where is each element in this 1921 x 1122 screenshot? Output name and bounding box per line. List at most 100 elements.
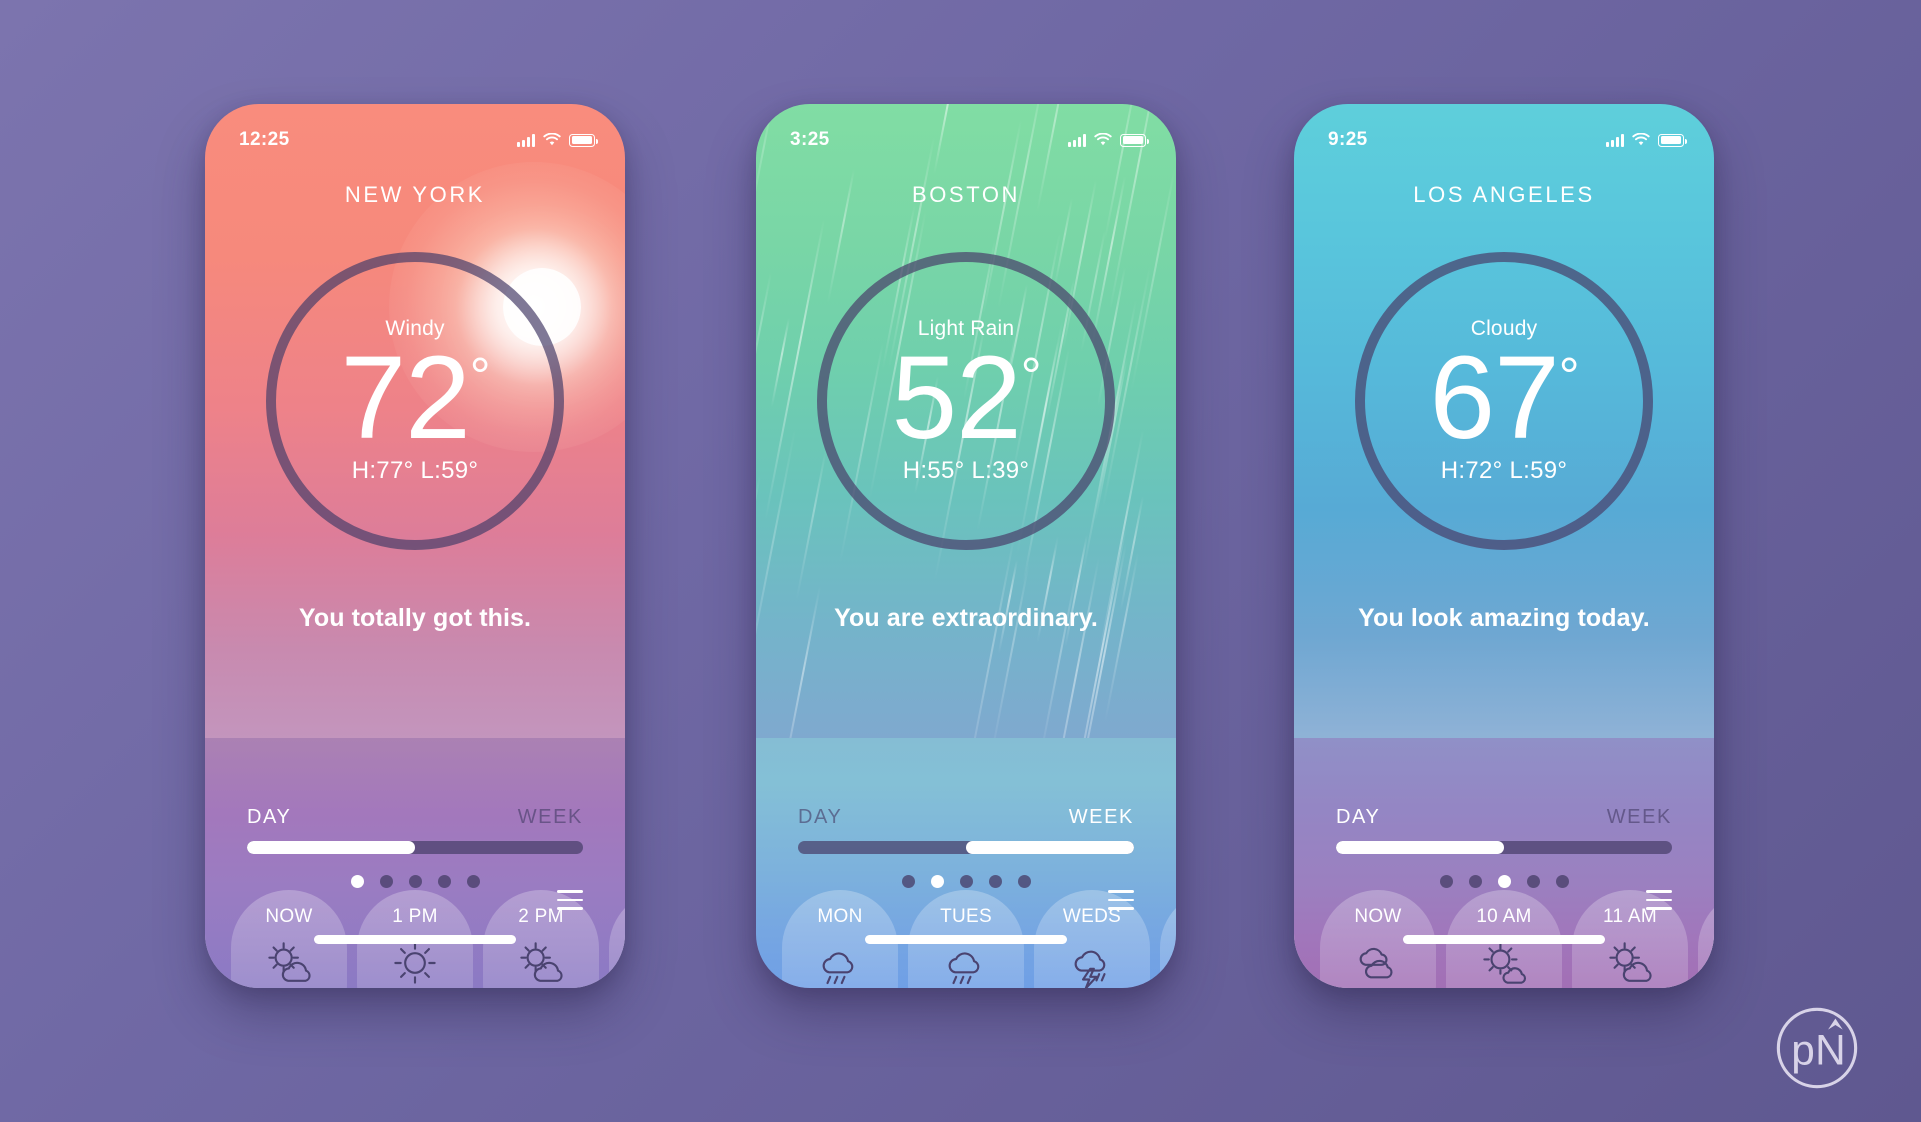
cellular-signal-icon: [1606, 133, 1624, 147]
screen-los-angeles: 9:25 LOS ANGELES Cloudy 67 ° H:72° L:59°…: [1294, 104, 1714, 988]
page-dot[interactable]: [466, 875, 480, 888]
page-dots[interactable]: [756, 875, 1176, 888]
current-temperature: 67 °: [1429, 331, 1580, 464]
page-dots[interactable]: [1294, 875, 1714, 888]
page-dots[interactable]: [205, 875, 625, 888]
page-dot[interactable]: [959, 875, 973, 888]
status-bar: 3:25: [756, 104, 1176, 162]
forecast-card[interactable]: 3 7: [609, 890, 625, 988]
screen-boston: 3:25 BOSTON Light Rain 52 ° H:55° L:39° …: [756, 104, 1176, 988]
page-dot[interactable]: [1439, 875, 1453, 888]
hamburger-menu-icon[interactable]: [557, 890, 583, 910]
phone-los-angeles: 9:25 LOS ANGELES Cloudy 67 ° H:72° L:59°…: [1294, 104, 1714, 988]
status-icons: [1068, 133, 1149, 147]
toggle-labels: DAY WEEK: [247, 806, 583, 829]
cellular-signal-icon: [1068, 133, 1086, 147]
city-title: NEW YORK: [344, 182, 486, 207]
sun-behind-cloud-icon: [1601, 938, 1659, 988]
degree-symbol: °: [1020, 347, 1042, 406]
forecast-time: NOW: [265, 906, 313, 927]
rain-cloud-icon: [811, 942, 869, 988]
sun-behind-cloud-icon: [512, 938, 570, 988]
page-dot[interactable]: [930, 875, 944, 888]
status-clock: 12:25: [239, 129, 290, 150]
page-dot[interactable]: [988, 875, 1002, 888]
page-dot[interactable]: [901, 875, 915, 888]
battery-icon: [1658, 133, 1687, 147]
mockup-stage: 12:25 NEW YORK Windy 72 ° H:77° L:59° Yo…: [0, 0, 1921, 1122]
page-dot[interactable]: [1555, 875, 1569, 888]
temperature-value: 67: [1429, 331, 1559, 464]
battery-icon: [1120, 133, 1149, 147]
page-dot[interactable]: [1497, 875, 1511, 888]
page-dot[interactable]: [1017, 875, 1031, 888]
toggle-day-label[interactable]: DAY: [1336, 806, 1380, 829]
toggle-track[interactable]: [798, 841, 1134, 854]
page-dot[interactable]: [1526, 875, 1540, 888]
high-low-label: H:55° L:39°: [902, 457, 1030, 485]
forecast-time: 1 PM: [392, 906, 438, 927]
sun-behind-cloud-icon: [1475, 938, 1533, 988]
svg-text:N: N: [1815, 1027, 1846, 1074]
toggle-labels: DAY WEEK: [798, 806, 1134, 829]
phone-boston: 3:25 BOSTON Light Rain 52 ° H:55° L:39° …: [756, 104, 1176, 988]
wifi-icon: [1632, 133, 1650, 146]
toggle-track[interactable]: [1336, 841, 1672, 854]
toggle-track[interactable]: [247, 841, 583, 854]
page-dot[interactable]: [1468, 875, 1482, 888]
forecast-time: TUES: [940, 906, 992, 927]
toggle-day-label[interactable]: DAY: [247, 806, 291, 829]
status-bar: 9:25: [1294, 104, 1714, 162]
cellular-signal-icon: [517, 133, 535, 147]
temperature-dial: Cloudy 67 ° H:72° L:59°: [1355, 252, 1653, 550]
affirmation-text: You are extraordinary.: [834, 604, 1098, 632]
toggle-thumb[interactable]: [1336, 841, 1504, 854]
temperature-value: 52: [891, 331, 1021, 464]
toggle-labels: DAY WEEK: [1336, 806, 1672, 829]
sun-icon: [386, 938, 444, 988]
home-indicator: [865, 935, 1067, 944]
sun-behind-cloud-icon: [260, 938, 318, 988]
temperature-dial: Windy 72 ° H:77° L:59°: [266, 252, 564, 550]
degree-symbol: °: [1558, 347, 1580, 406]
current-temperature: 52 °: [891, 331, 1042, 464]
city-title: BOSTON: [911, 182, 1021, 207]
degree-symbol: °: [469, 347, 491, 406]
temperature-value: 72: [340, 331, 470, 464]
toggle-thumb[interactable]: [247, 841, 415, 854]
page-dot[interactable]: [437, 875, 451, 888]
wifi-icon: [1094, 133, 1112, 146]
high-low-label: H:77° L:59°: [351, 457, 479, 485]
home-indicator: [1403, 935, 1605, 944]
affirmation-text: You totally got this.: [298, 604, 532, 632]
page-dot[interactable]: [350, 875, 364, 888]
hamburger-menu-icon[interactable]: [1108, 890, 1134, 910]
pn-logo: p N: [1771, 1002, 1863, 1094]
hamburger-menu-icon[interactable]: [1646, 890, 1672, 910]
home-indicator: [314, 935, 516, 944]
high-low-label: H:72° L:59°: [1440, 457, 1568, 485]
day-week-toggle[interactable]: DAY WEEK: [247, 806, 583, 854]
status-bar: 12:25: [205, 104, 625, 162]
rain-cloud-icon: [937, 942, 995, 988]
status-icons: [517, 133, 598, 147]
current-temperature: 72 °: [340, 331, 491, 464]
day-week-toggle[interactable]: DAY WEEK: [1336, 806, 1672, 854]
phone-new-york: 12:25 NEW YORK Windy 72 ° H:77° L:59° Yo…: [205, 104, 625, 988]
toggle-thumb[interactable]: [966, 841, 1134, 854]
toggle-day-label[interactable]: DAY: [798, 806, 842, 829]
page-dot[interactable]: [408, 875, 422, 888]
toggle-week-label[interactable]: WEEK: [1069, 806, 1134, 829]
status-icons: [1606, 133, 1687, 147]
day-week-toggle[interactable]: DAY WEEK: [798, 806, 1134, 854]
status-clock: 3:25: [790, 129, 830, 150]
cloud-icon: [1349, 938, 1407, 988]
forecast-card[interactable]: TH 55°: [1160, 890, 1176, 988]
temperature-dial: Light Rain 52 ° H:55° L:39°: [817, 252, 1115, 550]
toggle-week-label[interactable]: WEEK: [1607, 806, 1672, 829]
forecast-card[interactable]: 12 6: [1698, 890, 1714, 988]
status-clock: 9:25: [1328, 129, 1368, 150]
screen-new-york: 12:25 NEW YORK Windy 72 ° H:77° L:59° Yo…: [205, 104, 625, 988]
toggle-week-label[interactable]: WEEK: [518, 806, 583, 829]
page-dot[interactable]: [379, 875, 393, 888]
